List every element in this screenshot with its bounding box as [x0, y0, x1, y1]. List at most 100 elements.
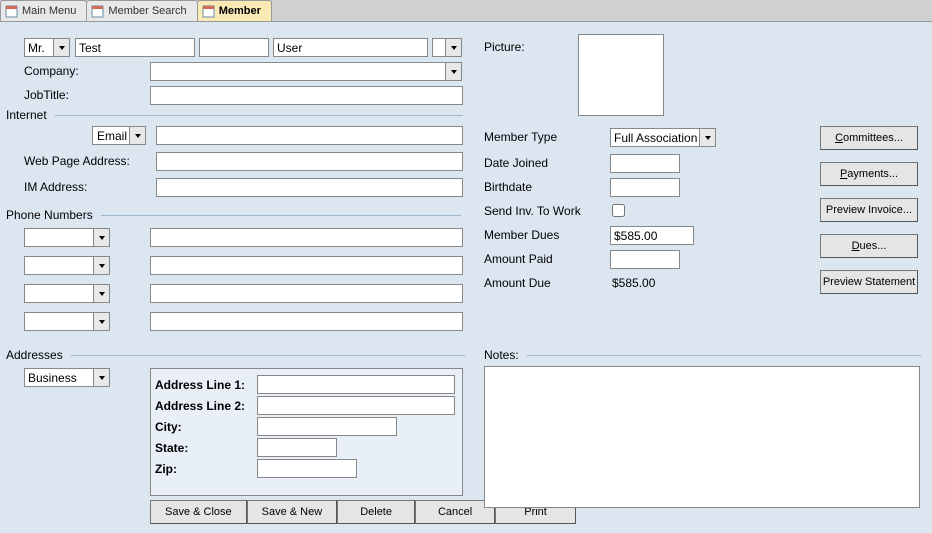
dropdown-icon[interactable] — [699, 128, 716, 147]
company-combo[interactable] — [150, 62, 462, 81]
preview-statement-button[interactable]: Preview Statement — [820, 270, 918, 294]
memberdues-input[interactable] — [610, 226, 694, 245]
membertype-combo[interactable] — [610, 128, 716, 147]
addr2-input[interactable] — [257, 396, 455, 415]
tab-label: Member — [219, 5, 261, 17]
phone-type-4-input[interactable] — [24, 312, 94, 331]
section-internet: Internet — [6, 108, 47, 122]
phone-1-input[interactable] — [150, 228, 463, 247]
section-rule — [527, 355, 921, 356]
sendinvwork-label: Send Inv. To Work — [484, 204, 581, 218]
underline-letter: C — [835, 132, 843, 144]
phone-2-input[interactable] — [150, 256, 463, 275]
webpage-label: Web Page Address: — [24, 154, 130, 168]
sendinvwork-checkbox[interactable] — [612, 204, 625, 217]
zip-input[interactable] — [257, 459, 357, 478]
phone-type-2-combo[interactable] — [24, 256, 110, 275]
form-icon — [5, 5, 18, 18]
dropdown-icon[interactable] — [93, 368, 110, 387]
notes-textarea[interactable] — [484, 366, 920, 508]
birthdate-label: Birthdate — [484, 180, 532, 194]
name-suffix-input[interactable] — [432, 38, 446, 57]
name-suffix-combo[interactable] — [432, 38, 462, 57]
membertype-input[interactable] — [610, 128, 700, 147]
addr1-label: Address Line 1: — [155, 378, 257, 392]
name-prefix-input[interactable] — [24, 38, 54, 57]
phone-type-4-combo[interactable] — [24, 312, 110, 331]
committees-button[interactable]: Committees... — [820, 126, 918, 150]
phone-3-input[interactable] — [150, 284, 463, 303]
email-input[interactable] — [156, 126, 463, 145]
webpage-input[interactable] — [156, 152, 463, 171]
phone-4-input[interactable] — [150, 312, 463, 331]
dropdown-icon[interactable] — [445, 38, 462, 57]
tab-label: Member Search — [108, 5, 186, 17]
im-label: IM Address: — [24, 180, 87, 194]
birthdate-input[interactable] — [610, 178, 680, 197]
dropdown-icon[interactable] — [93, 228, 110, 247]
addr1-input[interactable] — [257, 375, 455, 394]
payments-button[interactable]: Payments... — [820, 162, 918, 186]
dues-button[interactable]: Dues... — [820, 234, 918, 258]
save-close-button[interactable]: Save & Close — [150, 500, 247, 524]
tab-bar: Main Menu Member Search Member — [0, 0, 932, 22]
dropdown-icon[interactable] — [93, 256, 110, 275]
dropdown-icon[interactable] — [129, 126, 146, 145]
email-type-input[interactable] — [92, 126, 130, 145]
dropdown-icon[interactable] — [53, 38, 70, 57]
phone-type-2-input[interactable] — [24, 256, 94, 275]
section-rule — [101, 215, 461, 216]
name-prefix-combo[interactable] — [24, 38, 70, 57]
tab-member-search[interactable]: Member Search — [86, 0, 197, 21]
button-rest: ommittees... — [843, 132, 903, 144]
dropdown-icon[interactable] — [445, 62, 462, 81]
middle-name-input[interactable] — [199, 38, 269, 57]
amountdue-value: $585.00 — [612, 276, 655, 290]
section-rule — [55, 115, 463, 116]
phone-type-3-input[interactable] — [24, 284, 94, 303]
jobtitle-label: JobTitle: — [24, 88, 69, 102]
im-input[interactable] — [156, 178, 463, 197]
state-input[interactable] — [257, 438, 337, 457]
preview-invoice-button[interactable]: Preview Invoice... — [820, 198, 918, 222]
delete-button[interactable]: Delete — [337, 500, 415, 524]
form-icon — [202, 5, 215, 18]
phone-type-3-combo[interactable] — [24, 284, 110, 303]
save-new-button[interactable]: Save & New — [247, 500, 338, 524]
button-rest: ayments... — [847, 168, 898, 180]
section-phone: Phone Numbers — [6, 208, 93, 222]
tab-member[interactable]: Member — [197, 0, 272, 21]
picture-label: Picture: — [484, 40, 525, 54]
email-type-combo[interactable] — [92, 126, 146, 145]
phone-type-1-input[interactable] — [24, 228, 94, 247]
company-label: Company: — [24, 64, 79, 78]
first-name-input[interactable] — [75, 38, 195, 57]
form-icon — [91, 5, 104, 18]
member-form: Company: JobTitle: Internet Web Page Add… — [0, 22, 932, 533]
city-label: City: — [155, 420, 257, 434]
dropdown-icon[interactable] — [93, 312, 110, 331]
phone-type-1-combo[interactable] — [24, 228, 110, 247]
memberdues-label: Member Dues — [484, 228, 559, 242]
company-input[interactable] — [150, 62, 446, 81]
address-type-combo[interactable] — [24, 368, 110, 387]
section-rule — [71, 355, 465, 356]
city-input[interactable] — [257, 417, 397, 436]
last-name-input[interactable] — [273, 38, 428, 57]
section-addresses: Addresses — [6, 348, 63, 362]
picture-box[interactable] — [578, 34, 664, 116]
tab-label: Main Menu — [22, 5, 76, 17]
addr2-label: Address Line 2: — [155, 399, 257, 413]
datejoined-input[interactable] — [610, 154, 680, 173]
button-rest: ues... — [860, 240, 887, 252]
dropdown-icon[interactable] — [93, 284, 110, 303]
amountdue-label: Amount Due — [484, 276, 551, 290]
section-notes: Notes: — [484, 348, 519, 362]
amountpaid-input[interactable] — [610, 250, 680, 269]
tab-main-menu[interactable]: Main Menu — [0, 0, 87, 21]
amountpaid-label: Amount Paid — [484, 252, 553, 266]
zip-label: Zip: — [155, 462, 257, 476]
jobtitle-input[interactable] — [150, 86, 463, 105]
address-type-input[interactable] — [24, 368, 94, 387]
underline-letter: D — [852, 240, 860, 252]
